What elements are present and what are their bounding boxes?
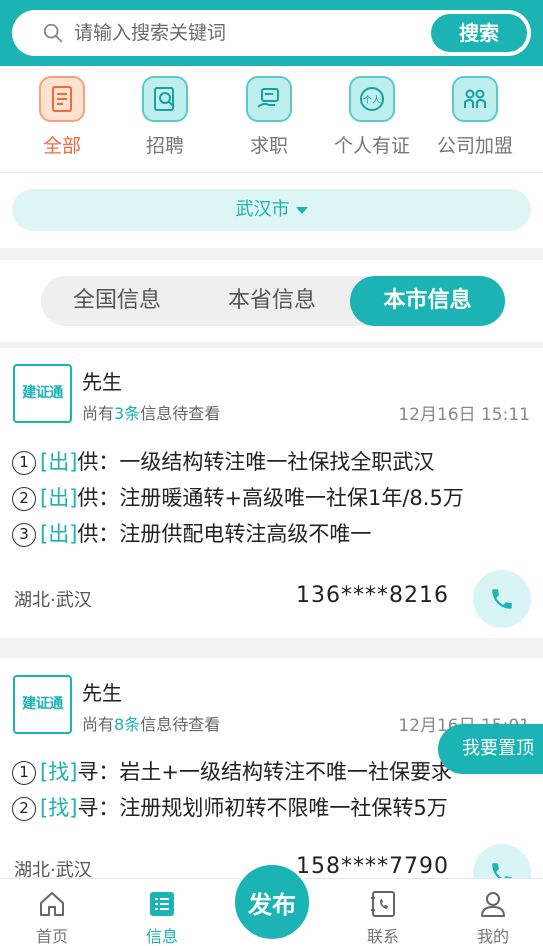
- category-bar: 全部 招聘 求职 个人 个人有证 公司加盟 培: [0, 66, 543, 172]
- svg-text:个人: 个人: [363, 95, 381, 106]
- category-label: 求职: [249, 135, 288, 157]
- post-phone: 158****7790: [296, 854, 449, 879]
- poster-name: 先生: [82, 681, 122, 705]
- post-location: 湖北·武汉: [14, 590, 92, 611]
- pin-to-top-button[interactable]: 我要置顶: [438, 724, 543, 774]
- line-tag: [出]: [40, 522, 78, 546]
- scope-tabs-area: 全国信息 本省信息 本市信息: [0, 260, 543, 342]
- line-number: 2: [12, 797, 36, 821]
- category-label: 招聘: [145, 135, 184, 157]
- category-recruit[interactable]: 招聘: [113, 76, 217, 158]
- caret-down-icon: [295, 206, 308, 214]
- nav-label: 首页: [35, 927, 68, 946]
- company-logo: 建证通: [13, 364, 72, 423]
- pending-count: 3条: [114, 404, 141, 423]
- poster-name: 先生: [82, 370, 122, 394]
- post-line: 2 [找]寻：注册规划师初转不限唯一社保转5万: [12, 792, 512, 822]
- category-label: 培: [527, 131, 543, 158]
- city-label: 武汉市: [235, 199, 290, 220]
- nav-info[interactable]: 信息: [122, 889, 202, 946]
- search-resume-icon: [142, 76, 188, 122]
- line-text: 供：注册供配电转注高级不唯一: [77, 522, 372, 546]
- nav-contact[interactable]: 联系: [343, 889, 423, 946]
- pending-count: 8条: [114, 715, 141, 734]
- tab-national[interactable]: 全国信息: [41, 276, 193, 326]
- city-selector[interactable]: 武汉市: [12, 189, 531, 231]
- search-icon: [43, 23, 63, 43]
- post-card[interactable]: 建证通 先生 尚有3条信息待查看 12月16日 15:11 1 [出]供：一级结构…: [0, 348, 543, 638]
- post-line: 1 [找]寻：岩土+一级结构转注不唯一社保要求: [12, 756, 512, 786]
- line-text: 寻：注册规划师初转不限唯一社保转5万: [77, 796, 448, 820]
- category-all[interactable]: 全部: [10, 76, 114, 158]
- post-line: 3 [出]供：注册供配电转注高级不唯一: [12, 518, 512, 548]
- city-section: 武汉市: [0, 172, 543, 248]
- post-line: 2 [出]供：注册暖通转+高级唯一社保1年/8.5万: [12, 482, 512, 512]
- user-icon: [453, 889, 533, 919]
- post-phone: 136****8216: [296, 583, 449, 608]
- tab-province[interactable]: 本省信息: [196, 276, 348, 326]
- call-button[interactable]: [473, 570, 531, 628]
- post-date: 12月16日 15:11: [398, 405, 530, 425]
- tab-city[interactable]: 本市信息: [350, 276, 505, 326]
- line-text: 供：一级结构转注唯一社保找全职武汉: [77, 450, 435, 474]
- category-label: 公司加盟: [436, 135, 513, 157]
- line-tag: [找]: [40, 796, 78, 820]
- line-number: 1: [12, 761, 36, 785]
- line-tag: [找]: [40, 760, 78, 784]
- search-box[interactable]: 搜索: [12, 10, 531, 56]
- search-button[interactable]: 搜索: [431, 14, 527, 52]
- category-company-join[interactable]: 公司加盟: [423, 76, 527, 158]
- category-more[interactable]: 培: [527, 76, 543, 158]
- nav-mine[interactable]: 我的: [453, 889, 533, 946]
- nav-label: 信息: [145, 927, 178, 946]
- phone-icon: [492, 589, 512, 609]
- contact-phone-icon: [343, 889, 423, 919]
- nav-label: 联系: [366, 927, 399, 946]
- pending-info: 尚有8条信息待查看: [82, 711, 220, 735]
- company-logo: 建证通: [13, 675, 72, 734]
- nav-label: 我的: [476, 927, 509, 946]
- line-number: 3: [12, 523, 36, 547]
- pending-suffix: 信息待查看: [140, 404, 221, 423]
- home-icon: [12, 889, 92, 919]
- line-tag: [出]: [40, 450, 78, 474]
- person-certificate-icon: 个人: [349, 76, 395, 122]
- pending-suffix: 信息待查看: [140, 715, 221, 734]
- category-label: 全部: [42, 135, 81, 157]
- publish-button[interactable]: 发布: [232, 862, 312, 942]
- line-number: 1: [12, 451, 36, 475]
- pending-info: 尚有3条信息待查看: [82, 400, 220, 424]
- category-personal-cert[interactable]: 个人 个人有证: [320, 76, 424, 158]
- pending-prefix: 尚有: [82, 715, 115, 734]
- list-icon: [122, 889, 202, 919]
- category-job-seek[interactable]: 求职: [217, 76, 321, 158]
- line-text: 寻：岩土+一级结构转注不唯一社保要求: [77, 760, 452, 784]
- post-line: 1 [出]供：一级结构转注唯一社保找全职武汉: [12, 446, 512, 476]
- hand-card-icon: [246, 76, 292, 122]
- document-icon: [39, 76, 85, 122]
- company-users-icon: [452, 76, 498, 122]
- search-input[interactable]: [74, 18, 424, 48]
- top-bar: 搜索: [0, 0, 543, 66]
- line-number: 2: [12, 487, 36, 511]
- line-text: 供：注册暖通转+高级唯一社保1年/8.5万: [77, 486, 464, 510]
- line-tag: [出]: [40, 486, 78, 510]
- category-label: 个人有证: [333, 135, 410, 157]
- scope-tabs: 全国信息 本省信息 本市信息: [41, 276, 505, 326]
- nav-home[interactable]: 首页: [12, 889, 92, 946]
- pending-prefix: 尚有: [82, 404, 115, 423]
